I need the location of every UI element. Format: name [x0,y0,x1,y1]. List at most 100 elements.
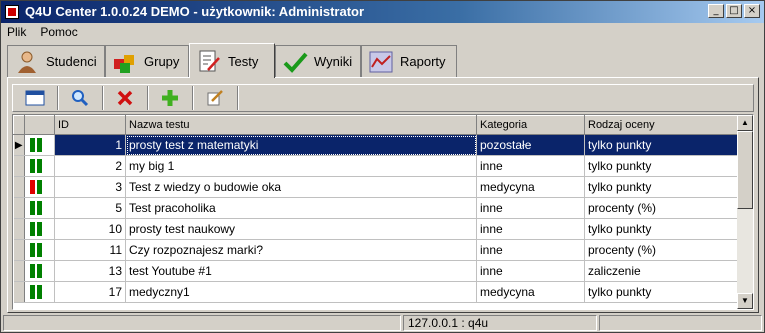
table-row[interactable]: 5 Test pracoholika inne procenty (%) [13,197,740,219]
category-cell[interactable]: pozostałe [476,134,585,156]
id-cell[interactable]: 2 [54,155,126,177]
search-button[interactable] [58,86,103,110]
id-cell[interactable]: 3 [54,176,126,198]
category-cell[interactable]: inne [476,239,585,261]
category-cell[interactable]: inne [476,197,585,219]
tests-grid[interactable]: ID Nazwa testu Kategoria Rodzaj oceny ▶ 1… [12,114,754,310]
tab-label: Grupy [144,54,180,69]
status-bar-mark [37,180,42,194]
maximize-button[interactable]: □ [726,4,742,18]
row-indicator [13,281,25,303]
table-row[interactable]: 3 Test z wiedzy o budowie oka medycyna tylk… [13,176,740,198]
status-server: 127.0.0.1 : q4u [403,315,597,331]
status-bar-mark [30,159,35,173]
name-cell[interactable]: Test z wiedzy o budowie oka [125,176,477,198]
category-column-header[interactable]: Kategoria [476,115,585,135]
status-bar-mark [37,138,42,152]
name-cell[interactable]: medyczny1 [125,281,477,303]
status-left [3,315,401,331]
row-indicator [13,176,25,198]
status-cell [24,176,55,198]
grade-type-cell[interactable]: tylko punkty [584,218,740,240]
tab-studenci[interactable]: Studenci [7,45,105,77]
add-button[interactable] [148,86,193,110]
row-indicator [13,218,25,240]
status-right [599,315,762,331]
vertical-scrollbar[interactable]: ▲ ▼ [737,115,753,309]
delete-button[interactable] [103,86,148,110]
name-cell[interactable]: prosty test naukowy [125,218,477,240]
status-bar-mark [30,138,35,152]
menu-bar: Plik Pomoc [5,23,78,41]
table-row[interactable]: 13 test Youtube #1 inne zaliczenie [13,260,740,282]
grade-type-cell[interactable]: procenty (%) [584,239,740,261]
id-cell[interactable]: 1 [54,134,126,156]
toolbar [12,84,754,112]
tab-grupy[interactable]: Grupy [105,45,189,77]
magnifier-icon [72,90,89,107]
name-cell[interactable]: test Youtube #1 [125,260,477,282]
scroll-up-button[interactable]: ▲ [737,115,753,131]
menu-plik[interactable]: Plik [7,23,26,41]
scroll-down-button[interactable]: ▼ [737,293,753,309]
tab-raporty[interactable]: Raporty [361,45,457,77]
status-bar-mark [30,264,35,278]
id-cell[interactable]: 10 [54,218,126,240]
category-cell[interactable]: medycyna [476,281,585,303]
category-cell[interactable]: inne [476,218,585,240]
row-indicator [13,239,25,261]
tab-wyniki[interactable]: Wyniki [275,45,361,77]
tab-label: Studenci [46,54,97,69]
grade-type-cell[interactable]: tylko punkty [584,281,740,303]
menu-pomoc[interactable]: Pomoc [40,23,77,41]
indicator-header [13,115,25,135]
id-cell[interactable]: 17 [54,281,126,303]
row-indicator [13,155,25,177]
table-row[interactable]: 2 my big 1 inne tylko punkty [13,155,740,177]
name-cell[interactable]: prosty test z matematyki [125,134,477,156]
category-cell[interactable]: inne [476,260,585,282]
window-title: Q4U Center 1.0.0.24 DEMO - użytkownik: A… [25,4,365,19]
name-cell[interactable]: Czy rozpoznajesz marki? [125,239,477,261]
title-bar[interactable]: Q4U Center 1.0.0.24 DEMO - użytkownik: A… [1,1,764,23]
id-cell[interactable]: 13 [54,260,126,282]
grade-type-cell[interactable]: zaliczenie [584,260,740,282]
row-indicator [13,197,25,219]
table-row[interactable]: 11 Czy rozpoznajesz marki? inne procenty (%… [13,239,740,261]
grade-type-cell[interactable]: tylko punkty [584,134,740,156]
status-cell [24,239,55,261]
category-cell[interactable]: medycyna [476,176,585,198]
status-cell [24,155,55,177]
table-row[interactable]: 10 prosty test naukowy inne tylko punkty [13,218,740,240]
results-check-icon [283,52,308,73]
name-column-header[interactable]: Nazwa testu [125,115,477,135]
window-icon [25,90,45,106]
edit-button[interactable] [193,86,238,110]
green-plus-icon [162,90,178,106]
open-button[interactable] [13,86,58,110]
red-x-icon [117,90,133,106]
name-cell[interactable]: my big 1 [125,155,477,177]
grade-type-cell[interactable]: tylko punkty [584,155,740,177]
status-bar-mark [30,201,35,215]
student-icon [18,51,36,73]
id-cell[interactable]: 11 [54,239,126,261]
status-bar-mark [37,264,42,278]
table-row[interactable]: ▶ 1 prosty test z matematyki pozostałe tylko… [13,134,740,156]
status-bar-mark [37,285,42,299]
grade-type-column-header[interactable]: Rodzaj oceny [584,115,740,135]
status-cell [24,260,55,282]
close-button[interactable]: × [744,4,760,18]
scroll-thumb[interactable] [737,131,753,209]
table-row[interactable]: 17 medyczny1 medycyna tylko punkty [13,281,740,303]
tab-label: Testy [228,53,259,69]
minimize-button[interactable]: _ [708,4,724,18]
name-cell[interactable]: Test pracoholika [125,197,477,219]
tab-testy[interactable]: Testy [189,43,275,78]
category-cell[interactable]: inne [476,155,585,177]
id-column-header[interactable]: ID [54,115,126,135]
grade-type-cell[interactable]: procenty (%) [584,197,740,219]
grade-type-cell[interactable]: tylko punkty [584,176,740,198]
id-cell[interactable]: 5 [54,197,126,219]
row-indicator: ▶ [13,134,25,156]
